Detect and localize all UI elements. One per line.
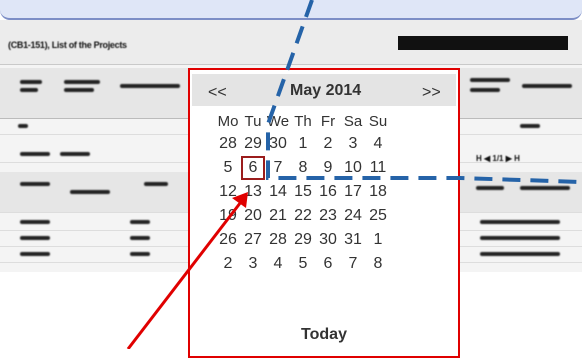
annotation-overlay [126, 0, 582, 349]
blue-dashed-annotation-line [266, 0, 582, 184]
red-arrow-line [126, 197, 246, 349]
